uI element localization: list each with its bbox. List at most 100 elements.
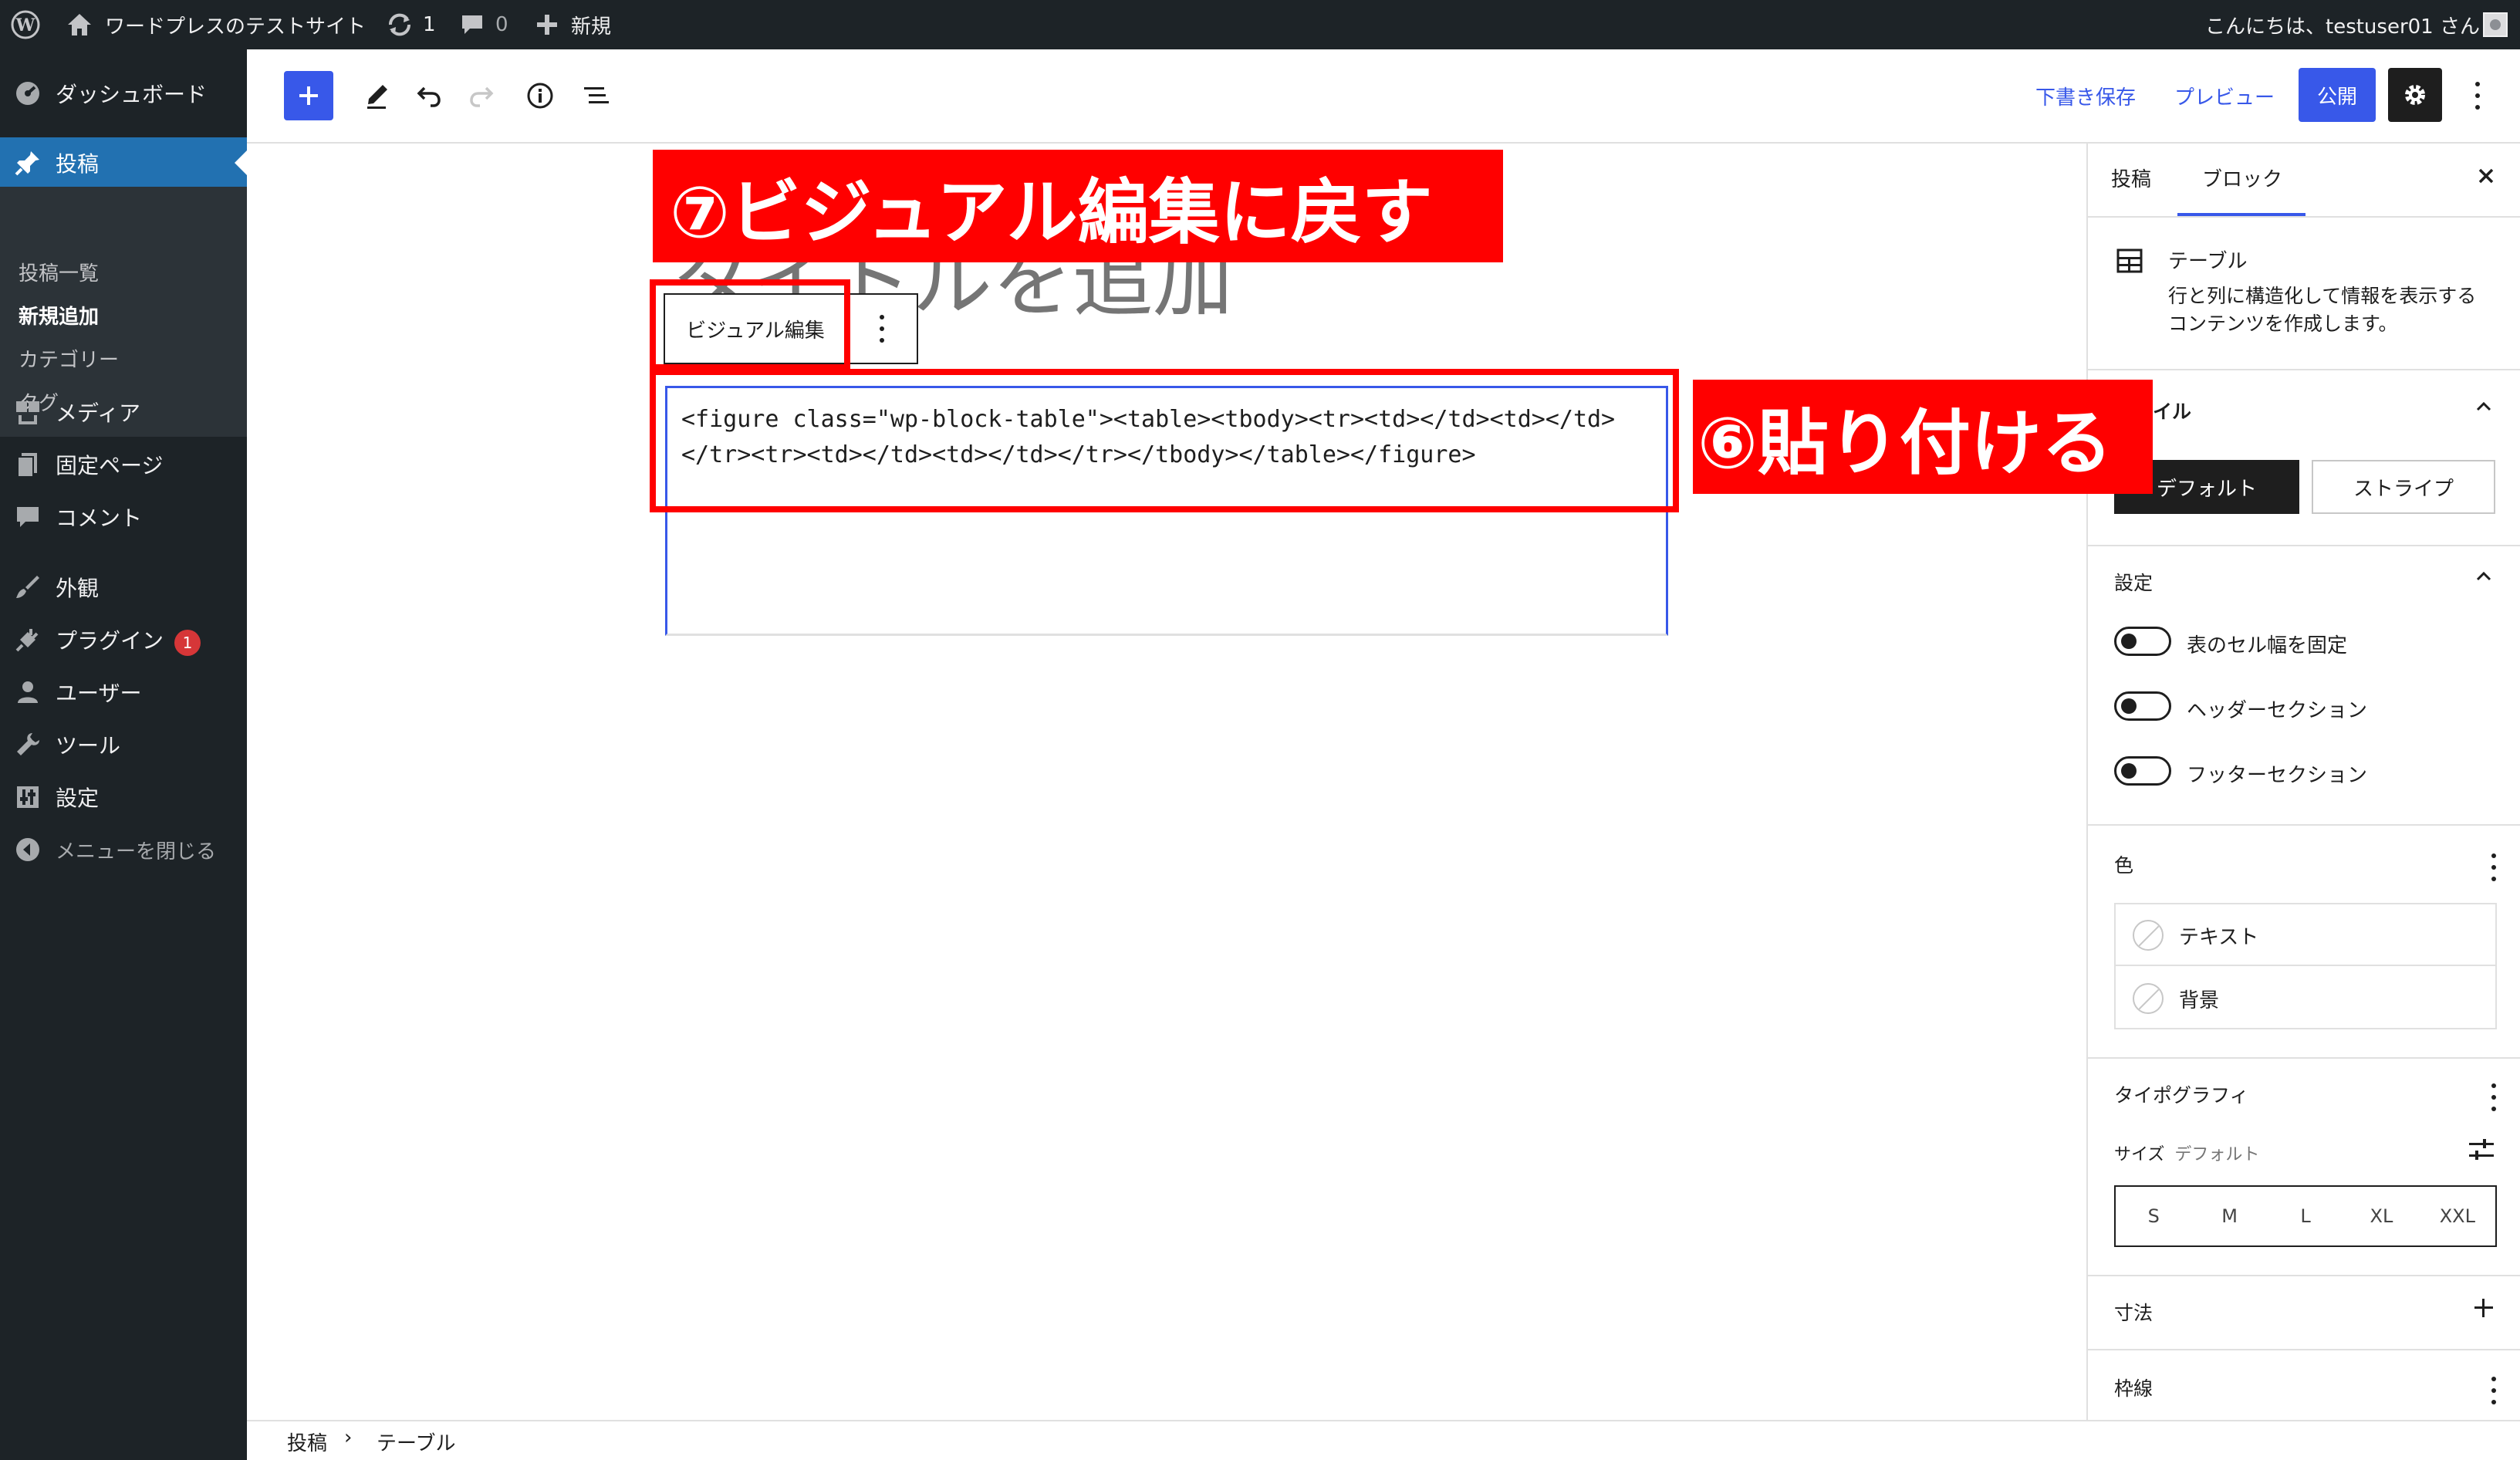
header-section-toggle[interactable] — [2114, 691, 2171, 721]
color-options: テキスト 背景 — [2114, 903, 2497, 1029]
tools-button[interactable] — [352, 71, 401, 120]
size-m-button[interactable]: M — [2191, 1205, 2267, 1227]
highlight-visual-edit — [650, 279, 850, 370]
color-text-label: テキスト — [2179, 926, 2259, 949]
more-vertical-icon — [2474, 82, 2481, 110]
preview-button[interactable]: プレビュー — [2174, 71, 2275, 120]
breadcrumb-current[interactable]: テーブル — [377, 1428, 455, 1456]
dimensions-panel-title: 寸法 — [2114, 1302, 2153, 1324]
settings-button[interactable] — [2388, 68, 2442, 122]
fixed-width-label: 表のセル幅を固定 — [2187, 634, 2348, 657]
color-background-label: 背景 — [2179, 989, 2220, 1012]
color-background-option[interactable]: 背景 — [2116, 968, 2495, 1029]
breadcrumb-separator: › — [344, 1426, 353, 1449]
tab-post[interactable]: 投稿 — [2111, 164, 2151, 192]
wrench-icon — [12, 729, 43, 760]
header-section-label: ヘッダーセクション — [2187, 699, 2368, 722]
block-breadcrumb: 投稿 › テーブル — [247, 1420, 2520, 1460]
menu-appearance[interactable]: 外観 — [0, 562, 247, 613]
comments-icon[interactable] — [460, 0, 485, 49]
options-menu-button[interactable] — [2466, 71, 2489, 120]
close-sidebar-button[interactable] — [2471, 161, 2501, 191]
menu-users[interactable]: ユーザー — [0, 667, 247, 718]
size-label: サイズ — [2114, 1145, 2165, 1164]
block-options-button[interactable] — [847, 295, 917, 363]
chevron-up-icon[interactable] — [2472, 395, 2495, 421]
menu-media[interactable]: メディア — [0, 387, 247, 438]
menu-collapse[interactable]: メニューを閉じる — [0, 824, 247, 875]
comment-icon — [12, 502, 43, 532]
plugin-icon — [12, 624, 43, 655]
menu-posts[interactable]: 投稿 — [0, 137, 247, 188]
updates-icon[interactable] — [386, 0, 414, 49]
avatar[interactable] — [2483, 0, 2508, 49]
menu-tools[interactable]: ツール — [0, 719, 247, 770]
submenu-add-new[interactable]: 新規追加 — [19, 301, 99, 330]
admin-bar: W ワードプレスのテストサイト 1 0 新規 こんにちは、testuser01 … — [0, 0, 2520, 49]
more-vertical-icon[interactable] — [2491, 1083, 2497, 1111]
divider — [2088, 1349, 2520, 1350]
brush-icon — [12, 572, 43, 603]
more-vertical-icon[interactable] — [2491, 1377, 2497, 1404]
size-xxl-button[interactable]: XXL — [2420, 1205, 2495, 1227]
site-name-link[interactable]: ワードプレスのテストサイト — [105, 0, 366, 49]
more-vertical-icon[interactable] — [2491, 853, 2497, 881]
size-xl-button[interactable]: XL — [2343, 1205, 2419, 1227]
plus-icon[interactable] — [2472, 1296, 2495, 1323]
plugins-update-badge: 1 — [174, 629, 201, 656]
settings-panel-title[interactable]: 設定 — [2114, 568, 2153, 596]
wordpress-logo-icon[interactable]: W — [11, 0, 40, 49]
collapse-arrow-icon — [12, 834, 43, 865]
chevron-up-icon[interactable] — [2472, 565, 2495, 591]
font-size-label: サイズ デフォルト — [2114, 1141, 2259, 1165]
block-name: テーブル — [2168, 250, 2248, 273]
tab-block[interactable]: ブロック — [2202, 164, 2282, 192]
menu-plugins[interactable]: プラグイン 1 — [0, 614, 247, 665]
size-s-button[interactable]: S — [2116, 1205, 2191, 1227]
annotation-step6: ⑥貼り付ける — [1693, 380, 2153, 494]
divider — [2088, 369, 2520, 370]
dashboard-icon — [12, 78, 43, 109]
menu-comments[interactable]: コメント — [0, 492, 247, 542]
style-stripe-button[interactable]: ストライプ — [2312, 460, 2495, 514]
custom-size-sliders-icon[interactable] — [2466, 1136, 2497, 1167]
size-l-button[interactable]: L — [2268, 1205, 2343, 1227]
redo-button[interactable] — [457, 71, 506, 120]
undo-icon — [417, 86, 441, 107]
breadcrumb-root[interactable]: 投稿 — [287, 1428, 327, 1456]
undo-button[interactable] — [404, 71, 454, 120]
divider — [2088, 545, 2520, 546]
user-greeting[interactable]: こんにちは、testuser01 さん — [2205, 0, 2480, 49]
info-icon — [527, 83, 553, 109]
plugins-label: プラグイン — [56, 627, 164, 654]
redo-icon — [470, 86, 494, 107]
plus-icon — [299, 86, 318, 105]
plus-icon[interactable] — [535, 0, 559, 49]
menu-settings[interactable]: 設定 — [0, 772, 247, 823]
submenu-all-posts[interactable]: 投稿一覧 — [19, 258, 99, 286]
divider — [2088, 1057, 2520, 1059]
font-size-picker: S M L XL XXL — [2114, 1185, 2497, 1247]
block-description: 行と列に構造化して情報を表示する コンテンツを作成します。 — [2168, 282, 2476, 338]
block-inserter-button[interactable] — [284, 71, 333, 120]
save-draft-button[interactable]: 下書き保存 — [2035, 71, 2136, 120]
media-icon — [12, 397, 43, 428]
color-text-option[interactable]: テキスト — [2116, 904, 2495, 966]
block-description-line-1: 行と列に構造化して情報を表示する — [2168, 285, 2477, 307]
empty-swatch-icon — [2133, 920, 2164, 951]
typography-panel-title: タイポグラフィ — [2114, 1084, 2249, 1107]
admin-sidebar: ダッシュボード 投稿 投稿一覧 新規追加 カテゴリー タグ メディア 固定ページ… — [0, 49, 247, 1460]
submenu-categories[interactable]: カテゴリー — [19, 344, 119, 373]
fixed-width-toggle[interactable] — [2114, 627, 2171, 656]
pages-icon — [12, 449, 43, 480]
list-view-button[interactable] — [571, 71, 620, 120]
publish-button[interactable]: 公開 — [2299, 68, 2376, 122]
menu-pages[interactable]: 固定ページ — [0, 439, 247, 490]
footer-section-toggle[interactable] — [2114, 756, 2171, 786]
details-button[interactable] — [515, 71, 565, 120]
user-icon — [12, 677, 43, 708]
gear-icon — [2405, 85, 2425, 105]
new-content-link[interactable]: 新規 — [571, 0, 611, 49]
menu-dashboard[interactable]: ダッシュボード — [0, 68, 247, 119]
home-icon[interactable] — [66, 0, 93, 49]
